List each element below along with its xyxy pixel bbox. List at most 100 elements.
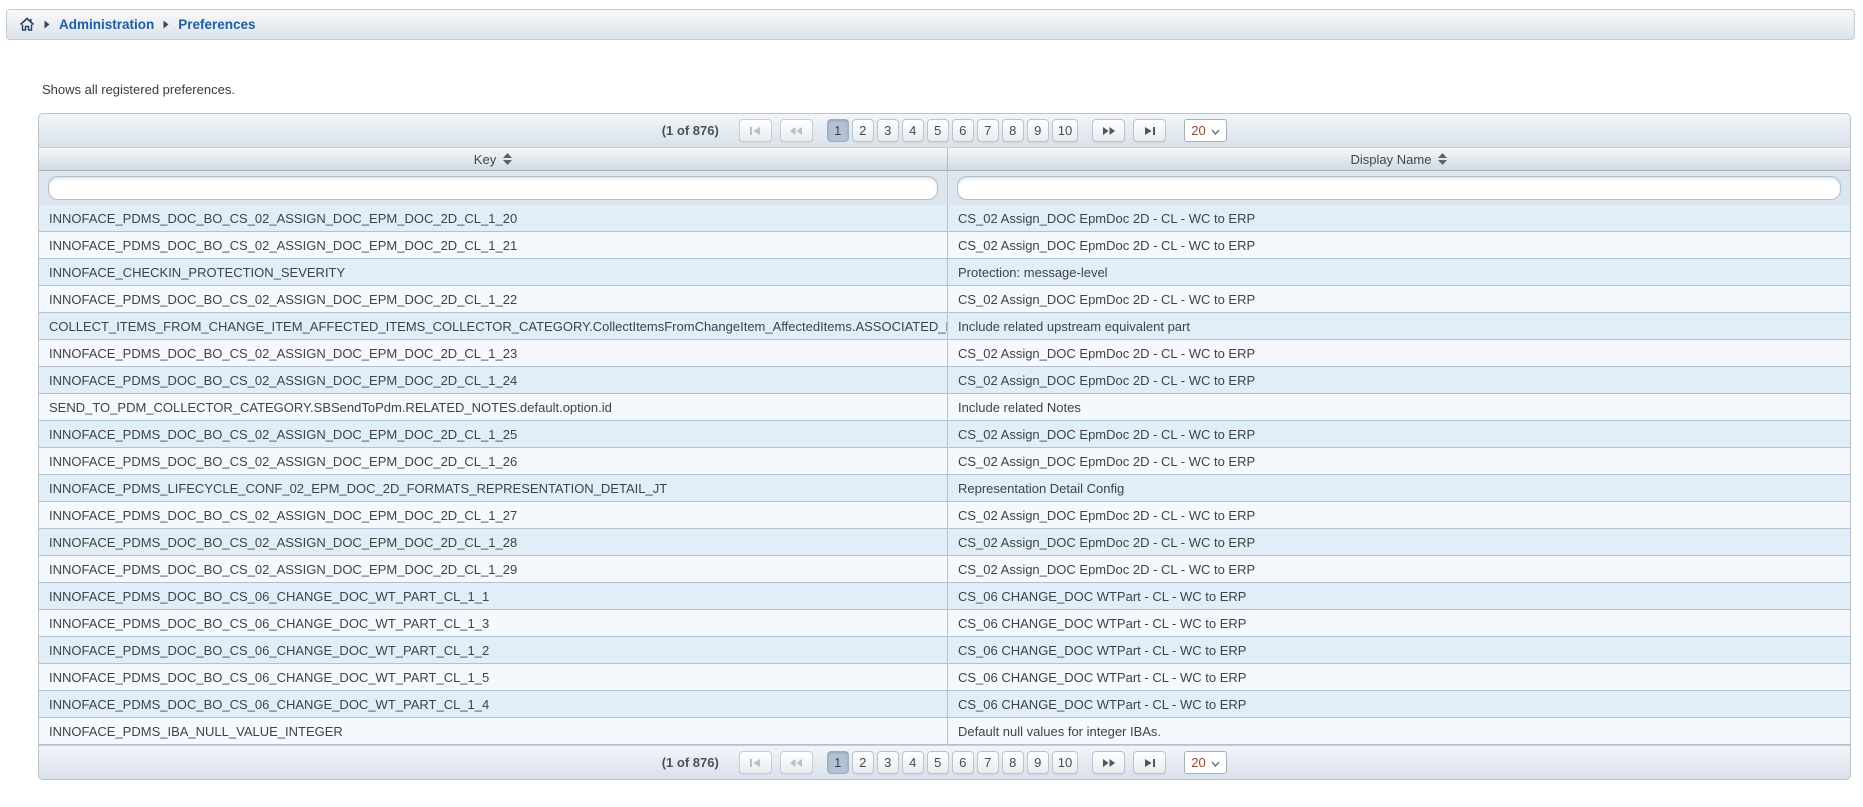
table-row[interactable]: INNOFACE_PDMS_DOC_BO_CS_06_CHANGE_DOC_WT… — [39, 637, 1850, 664]
table-row[interactable]: COLLECT_ITEMS_FROM_CHANGE_ITEM_AFFECTED_… — [39, 313, 1850, 340]
rows-per-page-select[interactable]: 20 — [1184, 751, 1227, 774]
breadcrumb-separator-icon — [44, 20, 50, 29]
prev-page-button[interactable] — [780, 119, 813, 142]
key-cell: INNOFACE_PDMS_DOC_BO_CS_06_CHANGE_DOC_WT… — [39, 691, 948, 717]
home-icon[interactable] — [19, 17, 35, 32]
table-row[interactable]: INNOFACE_PDMS_DOC_BO_CS_02_ASSIGN_DOC_EP… — [39, 448, 1850, 475]
table-row[interactable]: INNOFACE_PDMS_DOC_BO_CS_02_ASSIGN_DOC_EP… — [39, 286, 1850, 313]
table-row[interactable]: INNOFACE_PDMS_LIFECYCLE_CONF_02_EPM_DOC_… — [39, 475, 1850, 502]
page-button-5[interactable]: 5 — [927, 751, 949, 774]
key-cell: COLLECT_ITEMS_FROM_CHANGE_ITEM_AFFECTED_… — [39, 313, 948, 339]
display-name-cell: Default null values for integer IBAs. — [948, 718, 1850, 744]
page-button-2[interactable]: 2 — [852, 751, 874, 774]
column-header-display-name-label: Display Name — [1351, 152, 1432, 167]
sort-icon — [1438, 153, 1447, 165]
table-header-row: Key Display Name — [39, 148, 1850, 171]
next-page-icon — [1102, 758, 1116, 768]
page-button-7[interactable]: 7 — [977, 751, 999, 774]
prev-page-button[interactable] — [780, 751, 813, 774]
page-button-5[interactable]: 5 — [927, 119, 949, 142]
page-description: Shows all registered preferences. — [42, 82, 235, 97]
key-cell: INNOFACE_PDMS_DOC_BO_CS_06_CHANGE_DOC_WT… — [39, 664, 948, 690]
last-page-button[interactable] — [1133, 751, 1166, 774]
first-page-icon — [749, 126, 762, 136]
breadcrumb-item-administration[interactable]: Administration — [59, 17, 154, 32]
sort-icon — [503, 153, 512, 165]
next-page-button[interactable] — [1092, 119, 1125, 142]
table-row[interactable]: INNOFACE_PDMS_DOC_BO_CS_06_CHANGE_DOC_WT… — [39, 583, 1850, 610]
breadcrumb-item-preferences[interactable]: Preferences — [178, 17, 255, 32]
table-row[interactable]: INNOFACE_PDMS_DOC_BO_CS_06_CHANGE_DOC_WT… — [39, 610, 1850, 637]
key-cell: INNOFACE_PDMS_DOC_BO_CS_02_ASSIGN_DOC_EP… — [39, 367, 948, 393]
dropdown-chevron-icon — [1211, 755, 1220, 770]
page-button-4[interactable]: 4 — [902, 751, 924, 774]
key-cell: INNOFACE_PDMS_IBA_NULL_VALUE_INTEGER — [39, 718, 948, 744]
last-page-icon — [1143, 126, 1156, 136]
paginator: (1 of 876) 12345678910 20 — [39, 745, 1850, 779]
table-row[interactable]: INNOFACE_PDMS_DOC_BO_CS_06_CHANGE_DOC_WT… — [39, 691, 1850, 718]
table-row[interactable]: INNOFACE_PDMS_DOC_BO_CS_02_ASSIGN_DOC_EP… — [39, 205, 1850, 232]
table-row[interactable]: SEND_TO_PDM_COLLECTOR_CATEGORY.SBSendToP… — [39, 394, 1850, 421]
page-button-7[interactable]: 7 — [977, 119, 999, 142]
table-row[interactable]: INNOFACE_CHECKIN_PROTECTION_SEVERITYProt… — [39, 259, 1850, 286]
column-header-display-name[interactable]: Display Name — [948, 148, 1850, 170]
table-row[interactable]: INNOFACE_PDMS_DOC_BO_CS_02_ASSIGN_DOC_EP… — [39, 502, 1850, 529]
last-page-icon — [1143, 758, 1156, 768]
table-row[interactable]: INNOFACE_PDMS_DOC_BO_CS_02_ASSIGN_DOC_EP… — [39, 421, 1850, 448]
table-row[interactable]: INNOFACE_PDMS_DOC_BO_CS_02_ASSIGN_DOC_EP… — [39, 556, 1850, 583]
rows-per-page-value: 20 — [1191, 755, 1205, 770]
last-page-button[interactable] — [1133, 119, 1166, 142]
first-page-button[interactable] — [739, 119, 772, 142]
page-button-9[interactable]: 9 — [1027, 751, 1049, 774]
table-row[interactable]: INNOFACE_PDMS_DOC_BO_CS_02_ASSIGN_DOC_EP… — [39, 340, 1850, 367]
key-filter-input[interactable] — [48, 176, 938, 200]
page-button-6[interactable]: 6 — [952, 751, 974, 774]
page-button-10[interactable]: 10 — [1052, 751, 1078, 774]
page-button-10[interactable]: 10 — [1052, 119, 1078, 142]
table-row[interactable]: INNOFACE_PDMS_DOC_BO_CS_06_CHANGE_DOC_WT… — [39, 664, 1850, 691]
key-cell: INNOFACE_PDMS_DOC_BO_CS_02_ASSIGN_DOC_EP… — [39, 448, 948, 474]
display-name-cell: CS_02 Assign_DOC EpmDoc 2D - CL - WC to … — [948, 529, 1850, 555]
rows-per-page-select[interactable]: 20 — [1184, 119, 1227, 142]
key-cell: INNOFACE_PDMS_DOC_BO_CS_06_CHANGE_DOC_WT… — [39, 583, 948, 609]
key-filter-cell — [39, 171, 948, 205]
display-name-cell: CS_06 CHANGE_DOC WTPart - CL - WC to ERP — [948, 691, 1850, 717]
display-name-cell: CS_02 Assign_DOC EpmDoc 2D - CL - WC to … — [948, 286, 1850, 312]
table-row[interactable]: INNOFACE_PDMS_DOC_BO_CS_02_ASSIGN_DOC_EP… — [39, 529, 1850, 556]
page-button-3[interactable]: 3 — [877, 119, 899, 142]
page-button-1[interactable]: 1 — [827, 751, 849, 774]
page-button-6[interactable]: 6 — [952, 119, 974, 142]
display-name-cell: CS_06 CHANGE_DOC WTPart - CL - WC to ERP — [948, 664, 1850, 690]
next-page-icon — [1102, 126, 1116, 136]
page-button-4[interactable]: 4 — [902, 119, 924, 142]
page-button-1[interactable]: 1 — [827, 119, 849, 142]
display-name-cell: Protection: message-level — [948, 259, 1850, 285]
display-name-cell: CS_02 Assign_DOC EpmDoc 2D - CL - WC to … — [948, 556, 1850, 582]
first-page-button[interactable] — [739, 751, 772, 774]
display-name-cell: CS_06 CHANGE_DOC WTPart - CL - WC to ERP — [948, 583, 1850, 609]
paginator-pages: 12345678910 — [827, 751, 1078, 774]
column-header-key-label: Key — [474, 152, 496, 167]
key-cell: INNOFACE_CHECKIN_PROTECTION_SEVERITY — [39, 259, 948, 285]
page-button-8[interactable]: 8 — [1002, 751, 1024, 774]
key-cell: INNOFACE_PDMS_DOC_BO_CS_02_ASSIGN_DOC_EP… — [39, 205, 948, 231]
page-button-2[interactable]: 2 — [852, 119, 874, 142]
display-name-filter-input[interactable] — [957, 176, 1841, 200]
preferences-table: (1 of 876) 12345678910 20 — [38, 113, 1851, 780]
display-name-cell: Representation Detail Config — [948, 475, 1850, 501]
table-row[interactable]: INNOFACE_PDMS_IBA_NULL_VALUE_INTEGERDefa… — [39, 718, 1850, 745]
column-header-key[interactable]: Key — [39, 148, 948, 170]
table-row[interactable]: INNOFACE_PDMS_DOC_BO_CS_02_ASSIGN_DOC_EP… — [39, 232, 1850, 259]
table-row[interactable]: INNOFACE_PDMS_DOC_BO_CS_02_ASSIGN_DOC_EP… — [39, 367, 1850, 394]
display-name-cell: CS_06 CHANGE_DOC WTPart - CL - WC to ERP — [948, 610, 1850, 636]
page-button-9[interactable]: 9 — [1027, 119, 1049, 142]
page-button-3[interactable]: 3 — [877, 751, 899, 774]
key-cell: INNOFACE_PDMS_DOC_BO_CS_02_ASSIGN_DOC_EP… — [39, 232, 948, 258]
next-page-button[interactable] — [1092, 751, 1125, 774]
page-button-8[interactable]: 8 — [1002, 119, 1024, 142]
breadcrumb-separator-icon — [163, 20, 169, 29]
table-body: INNOFACE_PDMS_DOC_BO_CS_02_ASSIGN_DOC_EP… — [39, 205, 1850, 745]
key-cell: INNOFACE_PDMS_DOC_BO_CS_02_ASSIGN_DOC_EP… — [39, 421, 948, 447]
display-name-cell: CS_02 Assign_DOC EpmDoc 2D - CL - WC to … — [948, 232, 1850, 258]
rows-per-page-value: 20 — [1191, 123, 1205, 138]
